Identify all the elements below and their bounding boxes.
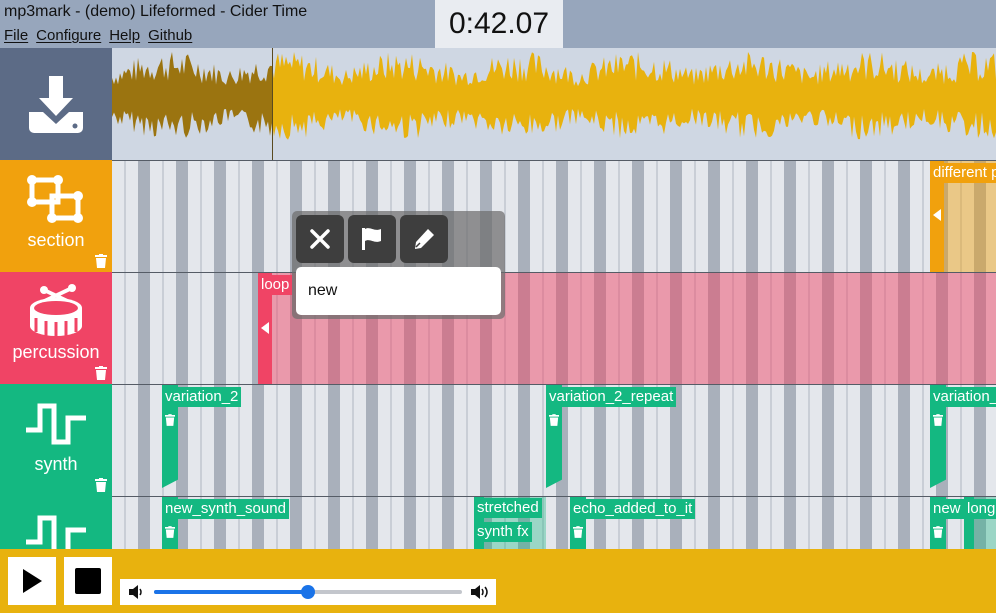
clip-label[interactable]: loop: [258, 275, 293, 295]
rename-button[interactable]: [400, 215, 448, 263]
lane-section[interactable]: different p: [112, 160, 996, 272]
volume-control: [120, 579, 496, 605]
lane-percussion[interactable]: loop: [112, 272, 996, 384]
title-bar: mp3mark - (demo) Lifeformed - Cider Time…: [0, 0, 996, 48]
clip-label[interactable]: different p: [930, 163, 996, 183]
clip-label[interactable]: new_synth_sound: [162, 499, 289, 519]
square-wave-icon: [26, 515, 86, 549]
pen-icon: [415, 229, 434, 249]
playhead[interactable]: [272, 48, 273, 160]
drum-icon: [30, 284, 82, 340]
clip-label[interactable]: variation_2: [162, 387, 242, 407]
lane-divider: [112, 384, 996, 385]
window-title: mp3mark - (demo) Lifeformed - Cider Time: [4, 3, 308, 20]
trash-icon[interactable]: [95, 254, 107, 268]
waveform[interactable]: [112, 48, 996, 160]
volume-high-icon: [471, 585, 488, 599]
track-name: percussion: [12, 342, 100, 362]
play-icon: [23, 569, 42, 593]
menu-help[interactable]: Help: [109, 27, 140, 44]
lane-divider: [112, 160, 996, 161]
section-icon: [27, 175, 83, 223]
menu-bar: File Configure Help Github: [4, 27, 192, 44]
close-icon: [310, 229, 330, 249]
clip-label[interactable]: synth fx: [474, 522, 532, 542]
trash-icon[interactable]: [95, 366, 107, 380]
lane-divider: [112, 272, 996, 273]
track-label-section[interactable]: section: [0, 160, 112, 272]
track-name: section: [27, 230, 85, 250]
play-button[interactable]: [8, 557, 56, 605]
menu-configure[interactable]: Configure: [36, 27, 101, 44]
download-button[interactable]: [0, 48, 112, 160]
track-label-synth[interactable]: synth: [0, 384, 112, 496]
clip-label[interactable]: variation_2_repeat: [546, 387, 677, 407]
trash-icon[interactable]: [933, 414, 943, 426]
playback-timer: 0:42.07: [435, 0, 563, 48]
track-label-synth-2[interactable]: [0, 496, 112, 549]
trash-icon[interactable]: [933, 526, 943, 538]
stop-icon: [75, 568, 101, 594]
volume-fill: [154, 590, 308, 594]
handle-icon[interactable]: [933, 209, 941, 221]
clip-label[interactable]: variation_: [930, 387, 996, 407]
clip-label[interactable]: new: [930, 499, 964, 519]
waveform-graphic: [112, 48, 996, 160]
menu-github[interactable]: Github: [148, 27, 192, 44]
clip-name-input[interactable]: [296, 267, 501, 315]
flag-icon: [362, 228, 381, 250]
flag-button[interactable]: [348, 215, 396, 263]
waveform-played: [112, 52, 272, 138]
lane-synth-2[interactable]: new_synth_sound stretched synth fx echo_…: [112, 496, 996, 549]
trash-icon[interactable]: [165, 414, 175, 426]
transport-bar: [0, 549, 996, 613]
menu-file[interactable]: File: [4, 27, 28, 44]
volume-low-icon: [129, 585, 142, 599]
trash-icon[interactable]: [573, 526, 583, 538]
clip-label[interactable]: echo_added_to_it: [570, 499, 696, 519]
volume-knob[interactable]: [301, 585, 315, 599]
waveform-unplayed: [272, 52, 996, 140]
clip-label[interactable]: long: [964, 499, 996, 519]
lane-synth[interactable]: variation_2 variation_2_repeat variation…: [112, 384, 996, 496]
handle-icon[interactable]: [261, 322, 269, 334]
close-button[interactable]: [296, 215, 344, 263]
square-wave-icon: [26, 403, 86, 445]
track-name: synth: [34, 454, 78, 474]
clip-label[interactable]: stretched: [474, 498, 542, 518]
lane-divider: [112, 496, 996, 497]
trash-icon[interactable]: [95, 478, 107, 492]
track-label-percussion[interactable]: percussion: [0, 272, 112, 384]
volume-slider[interactable]: [154, 585, 462, 599]
download-icon: [29, 76, 83, 133]
stop-button[interactable]: [64, 557, 112, 605]
trash-icon[interactable]: [165, 526, 175, 538]
trash-icon[interactable]: [549, 414, 559, 426]
clip-edit-popup: [292, 211, 505, 319]
